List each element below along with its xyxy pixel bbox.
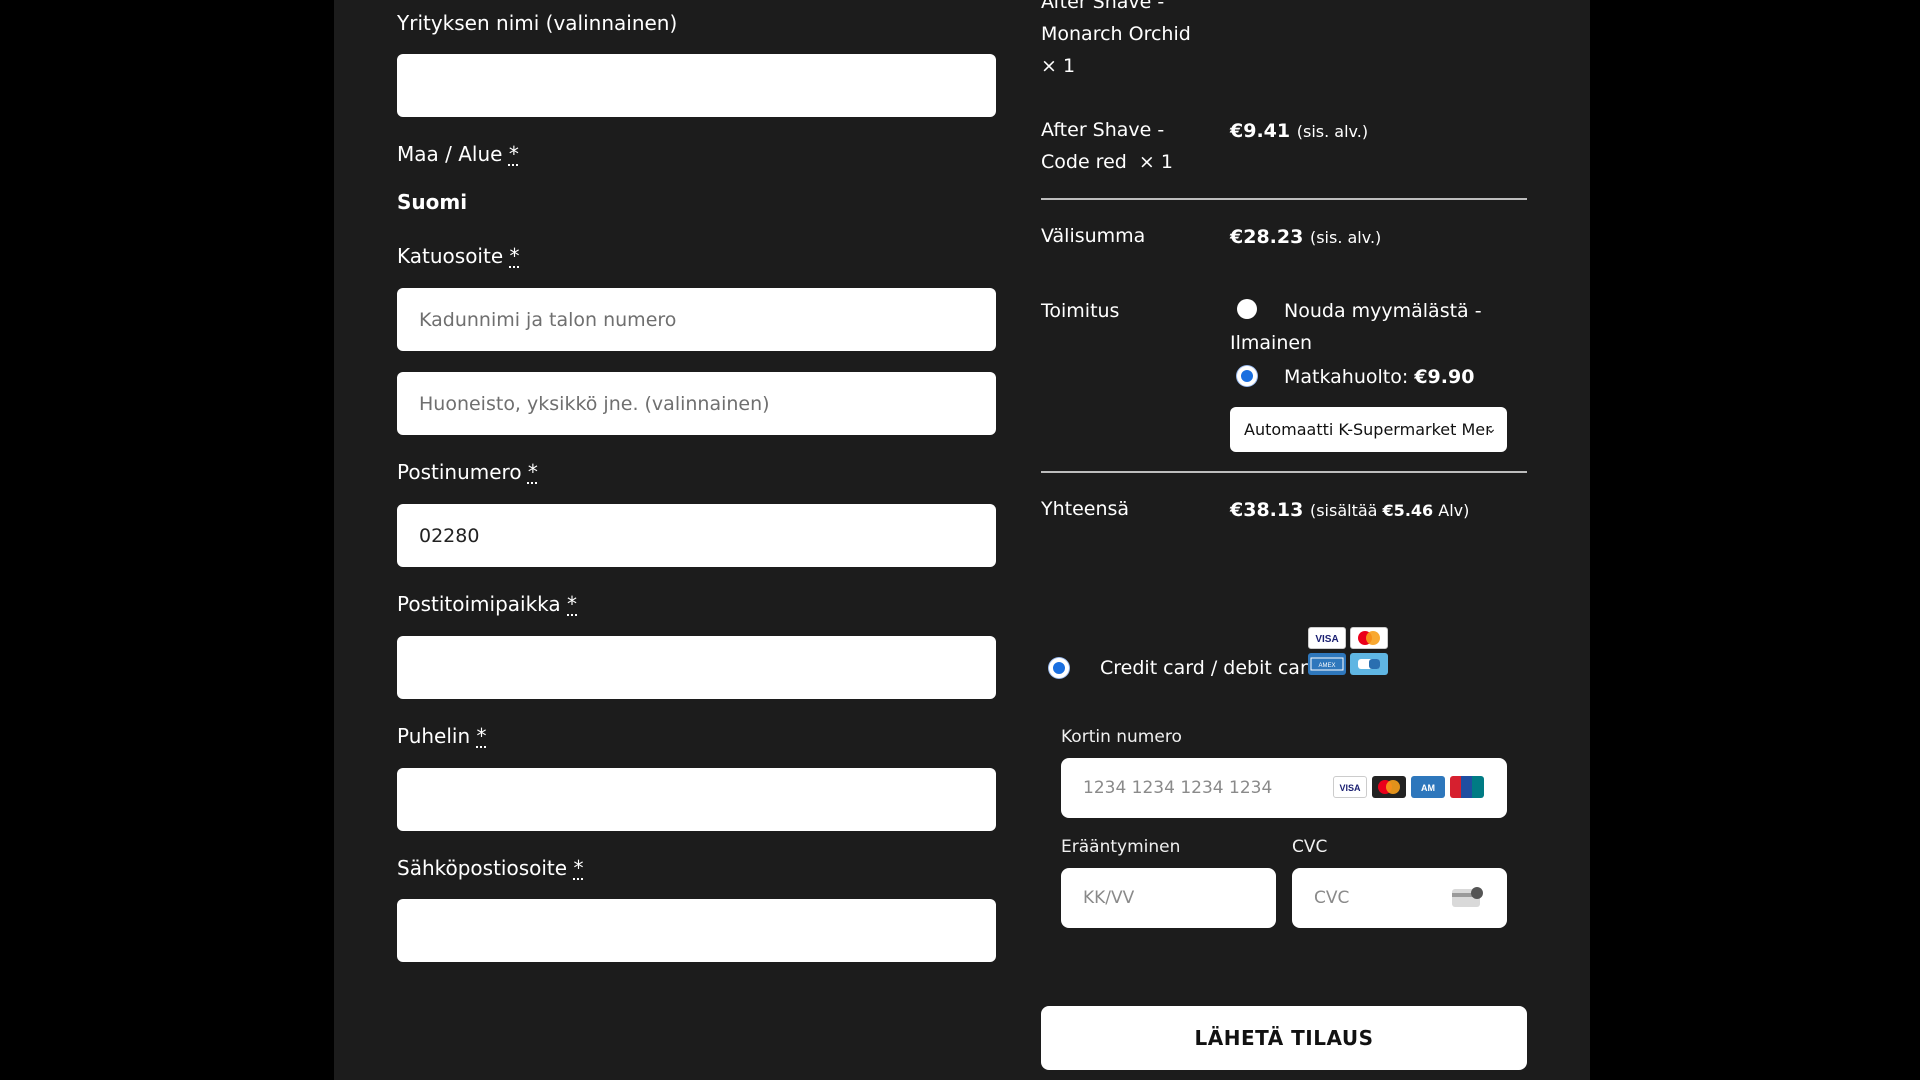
mastercard-icon: [1350, 627, 1388, 649]
shipping-matkahuolto-radio[interactable]: [1237, 366, 1257, 386]
order-item-price: €9.41 (sis. alv.): [1230, 120, 1369, 142]
amex-icon: AMEX: [1308, 653, 1346, 675]
shipping-pickup-label[interactable]: Nouda myymälästä - Ilmainen: [1230, 295, 1482, 359]
pickup-point-select[interactable]: Automaatti K-Supermarket Mer ⌄: [1230, 407, 1507, 452]
street2-field[interactable]: [397, 372, 996, 435]
shipping-matkahuolto-label[interactable]: Matkahuolto: €9.90: [1284, 361, 1474, 393]
visa-icon: VISA: [1308, 627, 1346, 649]
phone-field[interactable]: [397, 768, 996, 831]
shipping-label: Toimitus: [1041, 300, 1120, 322]
city-label: Postitoimipaikka *: [397, 592, 578, 616]
svg-text:VISA: VISA: [1315, 634, 1338, 645]
order-item-name: After Shave - Code red × 1: [1041, 119, 1173, 173]
company-field[interactable]: [397, 54, 996, 117]
country-label: Maa / Alue *: [397, 142, 519, 166]
country-value: Suomi: [397, 190, 468, 214]
summary-divider: [1041, 471, 1527, 473]
street-field[interactable]: [397, 288, 996, 351]
cb-card-icon: [1350, 653, 1388, 675]
amex-icon: AM: [1411, 776, 1445, 798]
postcode-field[interactable]: [397, 504, 996, 567]
card-number-label: Kortin numero: [1061, 727, 1182, 747]
total-label: Yhteensä: [1041, 498, 1130, 520]
svg-text:AM: AM: [1421, 783, 1435, 793]
svg-text:AMEX: AMEX: [1318, 663, 1335, 669]
company-label: Yrityksen nimi (valinnainen): [397, 11, 678, 35]
payment-method-label[interactable]: Credit card / debit card: [1100, 652, 1320, 684]
expiry-field[interactable]: [1061, 868, 1276, 928]
postcode-label: Postinumero *: [397, 460, 538, 484]
submit-order-button[interactable]: LÄHETÄ TILAUS: [1041, 1006, 1527, 1070]
payment-card-radio[interactable]: [1049, 658, 1069, 678]
subtotal-label: Välisumma: [1041, 225, 1146, 247]
svg-text:VISA: VISA: [1339, 783, 1361, 793]
email-label: Sähköpostiosoite *: [397, 856, 584, 880]
total-value: €38.13 (sisältää €5.46 Alv): [1230, 499, 1470, 521]
email-field[interactable]: [397, 899, 996, 962]
mastercard-icon: [1372, 776, 1406, 798]
unionpay-icon: [1450, 776, 1484, 798]
city-field[interactable]: [397, 636, 996, 699]
cvc-card-icon: [1452, 886, 1484, 908]
subtotal-value: €28.23 (sis. alv.): [1230, 226, 1382, 248]
phone-label: Puhelin *: [397, 724, 487, 748]
expiry-label: Erääntyminen: [1061, 837, 1181, 857]
summary-divider: [1041, 198, 1527, 200]
visa-icon: VISA: [1333, 776, 1367, 798]
street-label: Katuosoite *: [397, 244, 520, 268]
order-item-name: After Shave - Monarch Orchid × 1: [1041, 0, 1191, 77]
cvc-label: CVC: [1292, 837, 1328, 857]
chevron-down-icon: ⌄: [1485, 421, 1497, 437]
